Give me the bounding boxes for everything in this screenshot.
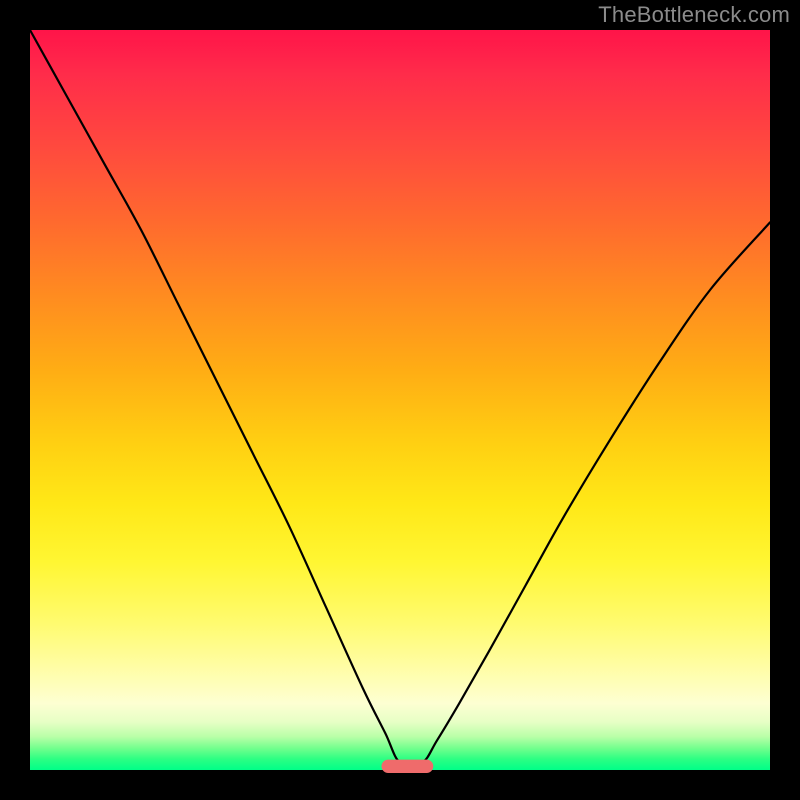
plot-svg bbox=[30, 30, 770, 770]
optimal-marker-pill bbox=[382, 760, 434, 773]
bottleneck-curve bbox=[30, 30, 770, 766]
watermark-text: TheBottleneck.com bbox=[598, 2, 790, 28]
chart-frame: TheBottleneck.com bbox=[0, 0, 800, 800]
plot-area bbox=[30, 30, 770, 770]
